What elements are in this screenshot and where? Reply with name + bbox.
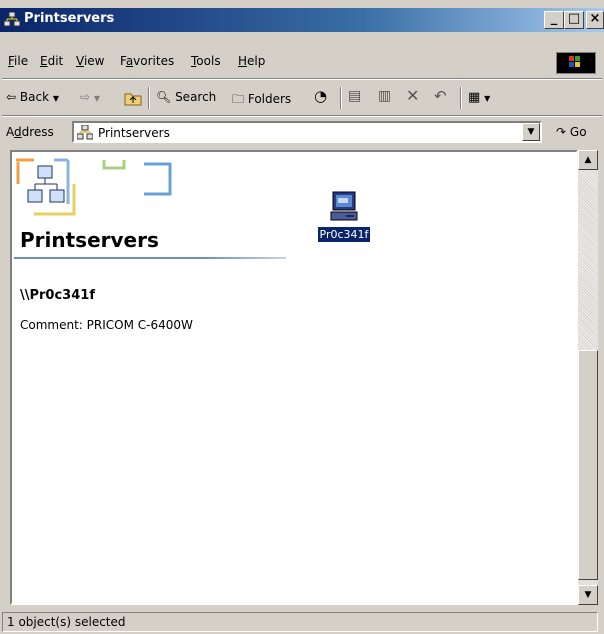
folder-title-rule	[14, 257, 286, 259]
menu-edit[interactable]: Edit	[40, 54, 63, 68]
delete-icon: ✕	[406, 86, 420, 105]
back-button[interactable]: ⇦ Back ▼	[6, 90, 59, 104]
forward-button[interactable]: ⇨ ▼	[80, 90, 100, 104]
network-icon	[77, 125, 93, 140]
undo-button[interactable]: ↶	[434, 87, 447, 105]
menu-tools[interactable]: Tools	[191, 54, 221, 68]
scroll-down-button[interactable]: ▼	[578, 585, 598, 605]
back-dropdown-icon[interactable]: ▼	[53, 94, 59, 103]
go-arrow-icon: ↷	[556, 125, 567, 139]
window-title: Printservers	[24, 11, 115, 26]
history-icon: ◔	[314, 87, 328, 105]
computer-icon	[330, 191, 358, 221]
folders-icon: 🗀	[232, 92, 245, 106]
status-panel: 1 object(s) selected	[2, 612, 598, 632]
network-icon	[4, 12, 20, 27]
views-dropdown-icon[interactable]: ▼	[484, 94, 490, 103]
address-input[interactable]: Printservers ▼	[72, 121, 542, 143]
views-icon: ▦	[468, 90, 481, 105]
toolbar-separator	[148, 87, 150, 109]
status-bar: 1 object(s) selected	[0, 610, 604, 634]
move-to-button[interactable]: ▤	[348, 88, 361, 104]
menu-help[interactable]: Help	[238, 54, 265, 68]
copy-to-button[interactable]: ▥	[378, 88, 391, 104]
undo-icon: ↶	[434, 87, 447, 105]
standard-toolbar: ⇦ Back ▼ ⇨ ▼ 🔍︎ Search 🗀 Folders ◔ ▤ ▥ ✕…	[0, 84, 604, 114]
vertical-scrollbar[interactable]: ▲ ▼	[578, 150, 598, 605]
address-bar: Address Printservers ▼ ↷ Go	[0, 118, 604, 146]
toolbar-separator	[460, 87, 462, 109]
arrow-up-icon: ▲	[584, 155, 592, 165]
scrollbar-thumb[interactable]	[578, 350, 598, 580]
folder-title: Printservers	[20, 228, 159, 252]
toolbar-separator-h	[2, 115, 602, 117]
menu-file[interactable]: File	[8, 54, 28, 68]
toolbar-separator	[340, 87, 342, 109]
minimize-button[interactable]: _	[544, 11, 564, 29]
up-folder-button[interactable]	[124, 90, 142, 109]
search-button[interactable]: 🔍︎ Search	[156, 90, 216, 104]
address-dropdown-button[interactable]: ▼	[522, 123, 540, 141]
history-button[interactable]: ◔	[314, 87, 327, 105]
title-bar[interactable]: Printservers _ □ ×	[0, 8, 604, 32]
search-icon: 🔍︎	[156, 90, 172, 104]
folders-button[interactable]: 🗀 Folders	[232, 90, 291, 111]
arrow-down-icon: ▼	[584, 590, 592, 600]
computer-item[interactable]: Pr0c341f	[312, 190, 376, 242]
folders-label: Folders	[247, 92, 292, 106]
server-comment: Comment: PRICOM C-6400W	[20, 318, 193, 332]
chevron-down-icon: ▼	[527, 127, 535, 137]
go-button[interactable]: ↷ Go	[556, 125, 587, 139]
menu-view[interactable]: View	[76, 54, 104, 68]
status-text: 1 object(s) selected	[7, 615, 126, 629]
server-name: \\Pr0c341f	[20, 288, 95, 303]
search-label: Search	[175, 90, 217, 104]
folder-banner-graphic	[16, 158, 172, 216]
move-to-icon: ▤	[348, 88, 362, 104]
menu-favorites[interactable]: Favorites	[120, 54, 174, 68]
address-label: Address	[6, 125, 54, 139]
close-button[interactable]: ×	[586, 11, 604, 29]
go-label: Go	[569, 125, 587, 139]
menu-separator	[2, 78, 602, 80]
delete-button[interactable]: ✕	[406, 86, 419, 105]
windows-logo-icon	[556, 52, 596, 74]
scroll-up-button[interactable]: ▲	[578, 150, 598, 170]
up-folder-icon	[124, 93, 142, 106]
back-label: Back	[19, 90, 50, 104]
maximize-button[interactable]: □	[564, 11, 584, 29]
address-value: Printservers	[98, 126, 170, 140]
views-button[interactable]: ▦ ▼	[468, 90, 490, 105]
computer-item-label: Pr0c341f	[317, 227, 371, 242]
menu-bar: File Edit View Favorites Tools Help	[0, 50, 604, 74]
copy-to-icon: ▥	[378, 88, 392, 104]
back-arrow-icon: ⇦	[6, 90, 17, 104]
